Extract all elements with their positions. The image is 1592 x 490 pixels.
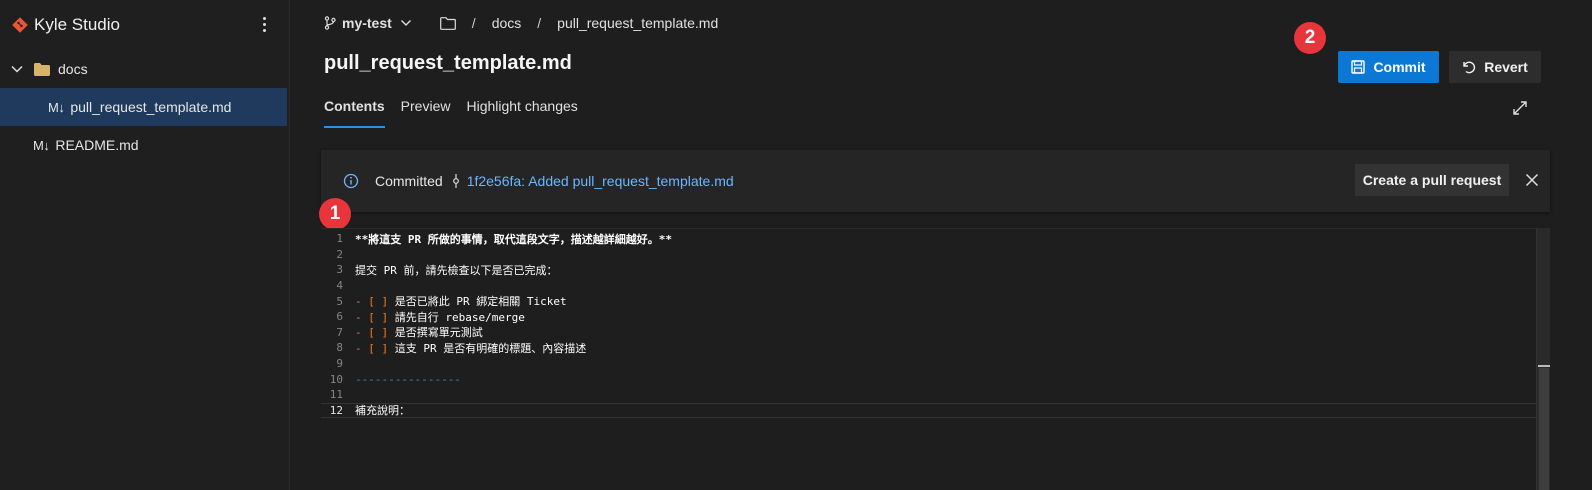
- commit-button[interactable]: Commit: [1338, 51, 1439, 83]
- editor-line: 11: [329, 388, 343, 402]
- editor-line: 2: [336, 247, 343, 261]
- folder-icon: [34, 62, 50, 76]
- close-icon[interactable]: [1525, 173, 1539, 187]
- commit-notification: Committed 1f2e56fa: Added pull_request_t…: [321, 150, 1550, 212]
- expand-icon[interactable]: [1512, 100, 1528, 116]
- annotation-badge-1: 1: [319, 198, 351, 230]
- editor-line: 5- [ ] 是否已將此 PR 綁定相關 Ticket: [336, 294, 567, 309]
- revert-button[interactable]: Revert: [1449, 51, 1541, 83]
- chevron-down-icon[interactable]: [400, 17, 412, 29]
- chevron-down-icon: [11, 65, 23, 73]
- editor-line: 3 提交 PR 前，請先檢查以下是否已完成：: [336, 263, 558, 277]
- tree-file-label: pull_request_template.md: [70, 99, 232, 115]
- editor-line: 4: [336, 279, 343, 293]
- git-logo-icon: [12, 17, 28, 33]
- breadcrumb-item-docs[interactable]: docs: [492, 15, 522, 31]
- sidebar: Kyle Studio docs M↓ pull_request_templat…: [0, 0, 290, 490]
- breadcrumb-separator: /: [471, 15, 476, 31]
- annotation-badge-2: 2: [1294, 22, 1326, 54]
- commit-icon: [452, 174, 459, 188]
- info-icon: [343, 173, 359, 189]
- markdown-icon: M↓: [48, 99, 65, 115]
- branch-selector[interactable]: my-test: [342, 15, 392, 31]
- tree-file-readme[interactable]: M↓ README.md: [0, 126, 289, 164]
- tree-file-label: README.md: [55, 137, 139, 153]
- more-options-icon[interactable]: [259, 14, 269, 34]
- tree-file-pull-request-template[interactable]: M↓ pull_request_template.md: [0, 88, 287, 126]
- commit-button-label: Commit: [1373, 59, 1426, 75]
- page-title: pull_request_template.md: [324, 52, 572, 74]
- project-title: Kyle Studio: [34, 15, 120, 34]
- tab-preview[interactable]: Preview: [401, 98, 451, 128]
- commit-link[interactable]: 1f2e56fa: Added pull_request_template.md: [467, 173, 734, 189]
- scroll-position-marker: [1538, 365, 1550, 367]
- tab-bar: Contents Preview Highlight changes: [324, 98, 578, 128]
- code-editor[interactable]: 1 **將這支 PR 所做的事情，取代這段文字，描述越詳細越好。** 2 3 提交 …: [321, 228, 1537, 490]
- editor-line: 7- [ ] 是否撰寫單元測試: [336, 325, 483, 340]
- editor-line: 9: [336, 357, 343, 371]
- editor-line: 6- [ ] 請先自行 rebase/merge: [336, 310, 525, 324]
- editor-line: 1 **將這支 PR 所做的事情，取代這段文字，描述越詳細越好。**: [336, 232, 672, 246]
- branch-icon: [324, 16, 336, 30]
- create-pull-request-button[interactable]: Create a pull request: [1355, 164, 1509, 196]
- breadcrumb-item-file[interactable]: pull_request_template.md: [557, 15, 718, 31]
- editor-line: 8- [ ] 這支 PR 是否有明確的標題、內容描述: [336, 341, 587, 355]
- save-icon: [1351, 60, 1366, 74]
- tab-contents[interactable]: Contents: [324, 98, 385, 128]
- breadcrumb-separator: /: [537, 15, 542, 31]
- editor-line-current: 12 補充說明：: [321, 402, 1537, 419]
- revert-button-label: Revert: [1484, 59, 1528, 75]
- notification-text: Committed: [375, 173, 443, 189]
- undo-icon: [1463, 61, 1476, 74]
- scrollbar-thumb[interactable]: [1539, 368, 1549, 490]
- tree-folder-label: docs: [58, 61, 88, 77]
- sidebar-header: Kyle Studio: [0, 0, 289, 50]
- breadcrumb: my-test / docs / pull_request_template.m…: [324, 12, 718, 34]
- editor-scrollbar[interactable]: [1536, 228, 1550, 490]
- folder-icon[interactable]: [439, 16, 456, 30]
- markdown-icon: M↓: [33, 137, 50, 153]
- tree-folder-docs[interactable]: docs: [0, 50, 289, 88]
- tab-highlight-changes[interactable]: Highlight changes: [466, 98, 577, 128]
- main-panel: my-test / docs / pull_request_template.m…: [291, 0, 1592, 490]
- editor-line: 10 ----------------: [329, 372, 461, 386]
